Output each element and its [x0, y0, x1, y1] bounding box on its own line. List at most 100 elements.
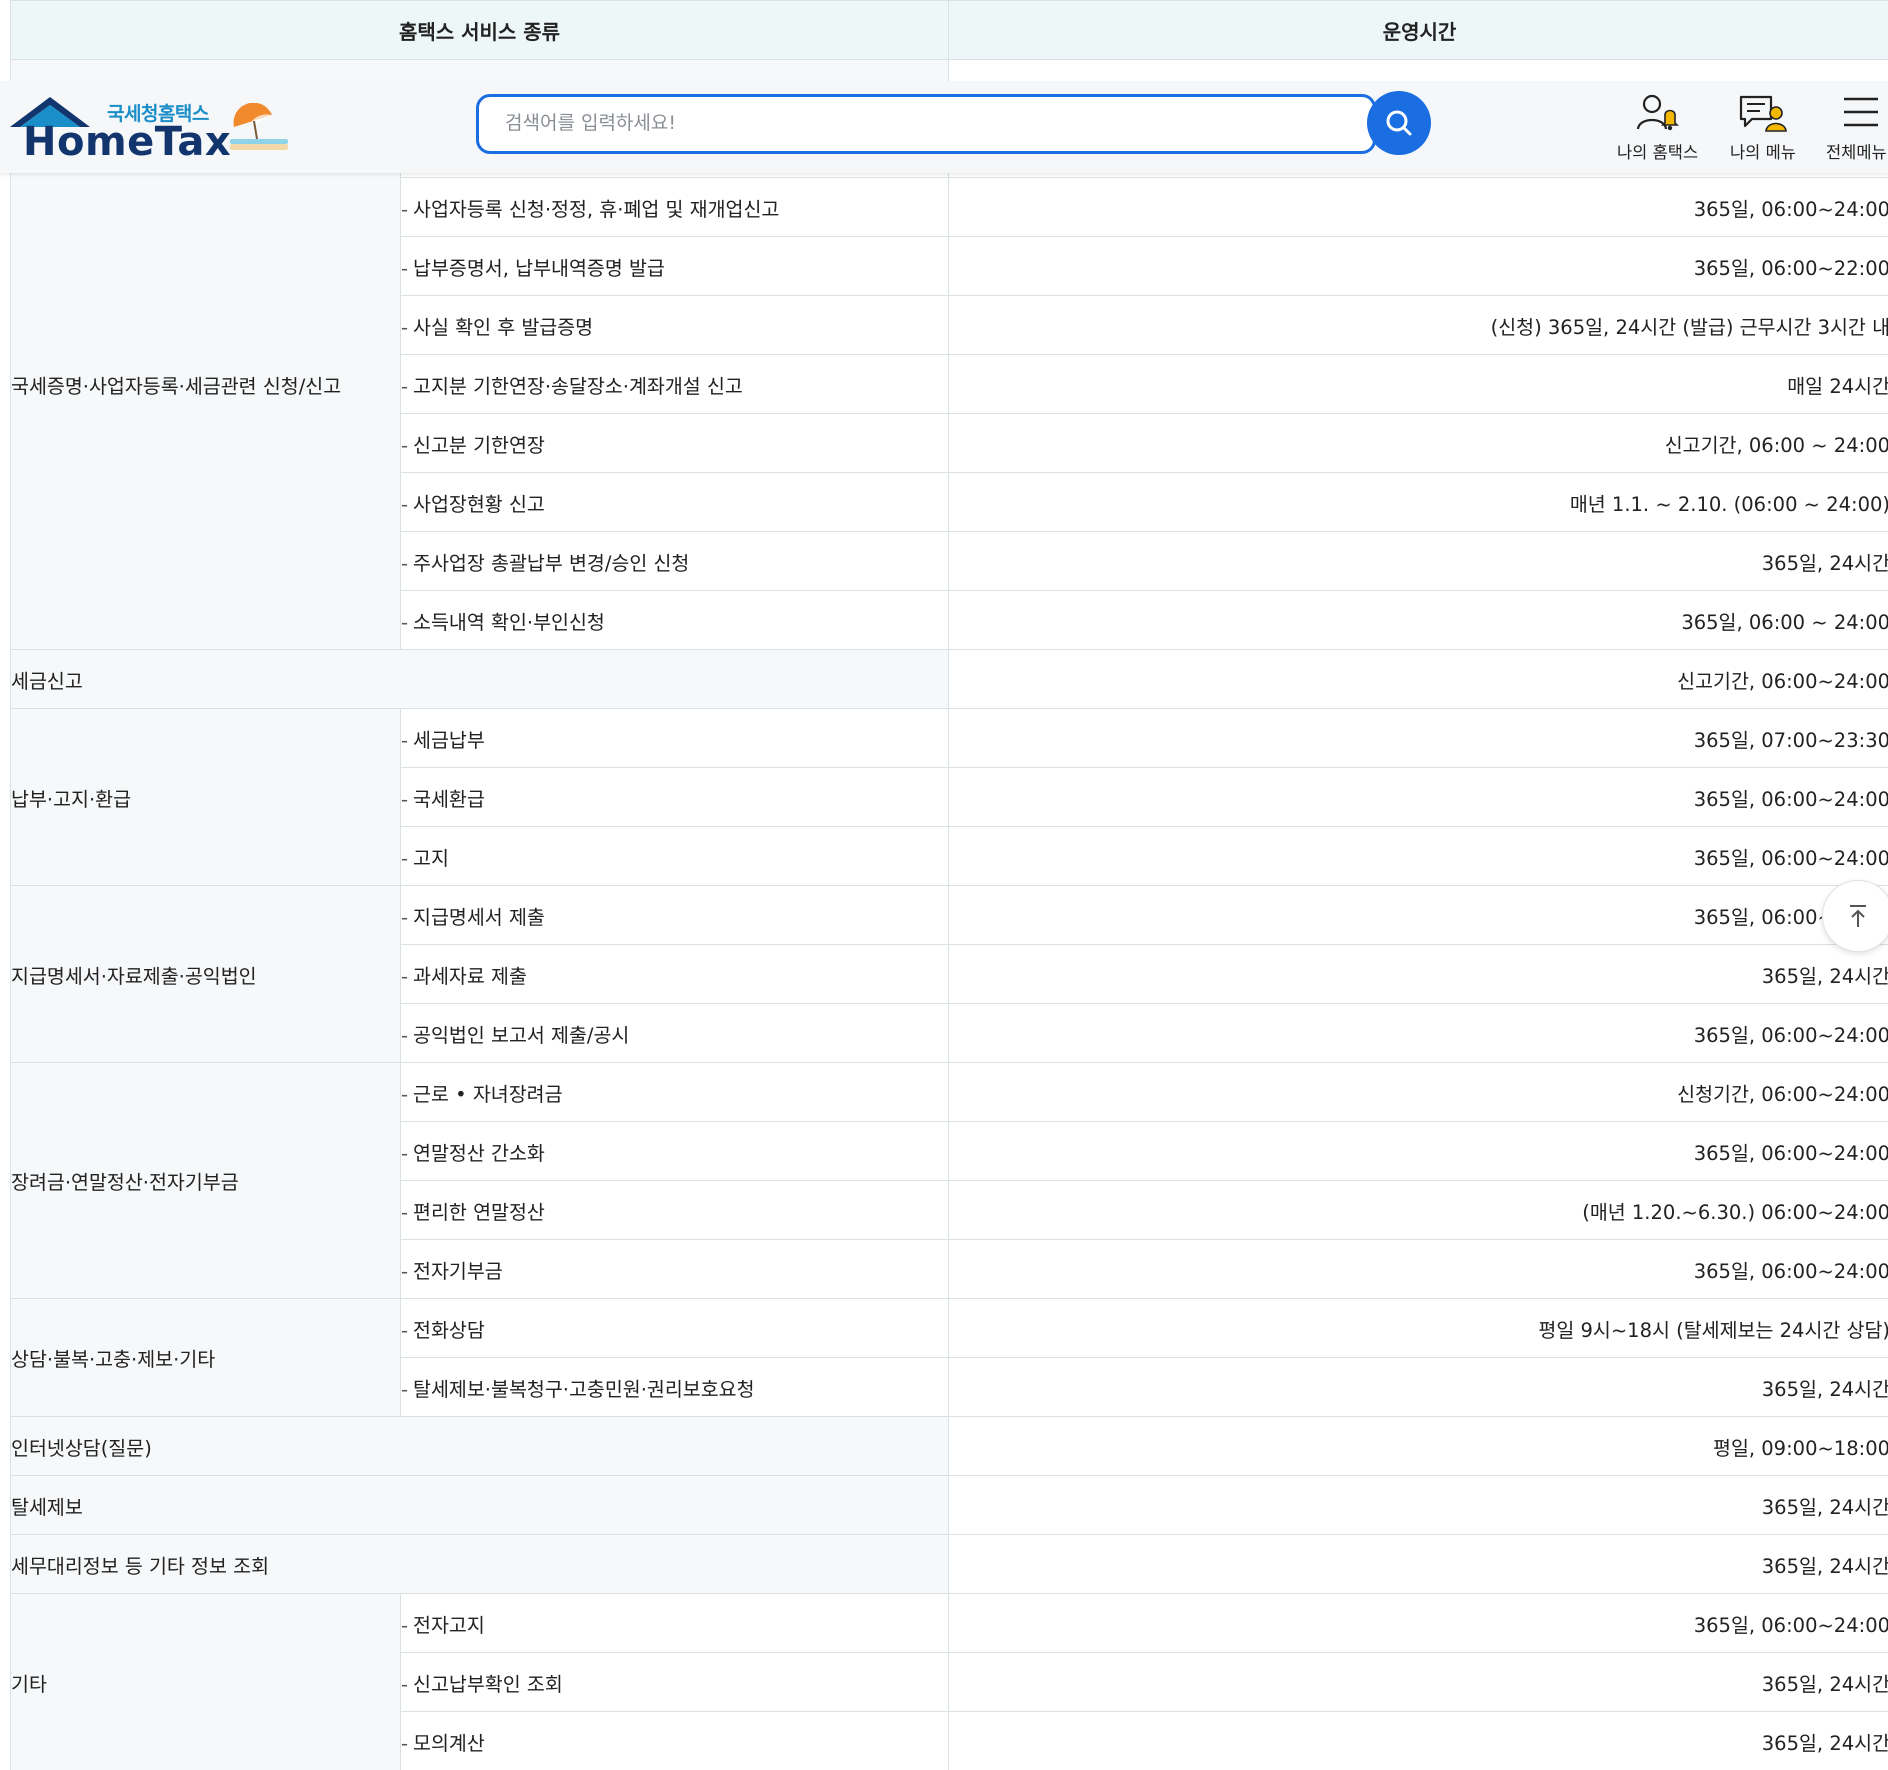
sub-item-label: 국세환급	[413, 787, 485, 811]
dash-bullet: -	[401, 551, 409, 575]
brand-name: HomeTax	[23, 119, 232, 165]
table-row: 지급명세서·자료제출·공익법인 - 지급명세서 제출 365일, 06:00~24:0…	[10, 885, 1888, 1063]
person-bell-icon	[1636, 94, 1679, 131]
sub-item-cell: - 고지	[399, 826, 950, 886]
hours-cell: 365일, 24시간	[948, 1534, 1888, 1594]
dash-bullet: -	[401, 846, 409, 870]
sub-item-cell: - 신고분 기한연장	[399, 413, 950, 473]
sub-item-cell: - 전자기부금	[399, 1239, 950, 1299]
my-hometax-button[interactable]: 나의 홈택스	[1617, 93, 1698, 163]
dash-bullet: -	[401, 315, 409, 339]
hometax-logo[interactable]: 국세청홈택스 HomeTax	[10, 97, 300, 165]
hours-cell: 365일, 24시간	[948, 531, 1888, 591]
dash-bullet: -	[401, 197, 409, 221]
category-cell: 국세증명·사업자등록·세금관련 신청/신고	[10, 118, 401, 650]
site-header: 국세청홈택스 HomeTax 나의 홈택스	[0, 81, 1888, 173]
sub-item-label: 사실 확인 후 발급증명	[413, 315, 594, 339]
sub-item-label: 모의계산	[413, 1731, 485, 1755]
hours-cell: 매년 1.1. ~ 2.10. (06:00 ~ 24:00)	[948, 472, 1888, 532]
dash-bullet: -	[401, 1672, 409, 1696]
dash-bullet: -	[401, 1141, 409, 1165]
search-button[interactable]	[1367, 91, 1431, 155]
dash-bullet: -	[401, 1082, 409, 1106]
sub-item-label: 신고납부확인 조회	[413, 1672, 563, 1696]
sub-item-cell: - 사업자등록 신청·정정, 휴·폐업 및 재개업신고	[399, 177, 950, 237]
sub-item-cell: - 납부증명서, 납부내역증명 발급	[399, 236, 950, 296]
sub-item-cell: - 사업장현황 신고	[399, 472, 950, 532]
util-label: 전체메뉴	[1826, 143, 1887, 162]
sub-item-label: 신고분 기한연장	[413, 433, 545, 457]
sub-item-cell: - 세금납부	[399, 708, 950, 768]
sub-item-cell: - 사실 확인 후 발급증명	[399, 295, 950, 355]
scroll-to-top-button[interactable]	[1822, 880, 1888, 952]
hours-cell: 매일 24시간	[948, 354, 1888, 414]
category-cell: 기타	[10, 1593, 401, 1770]
sub-item-label: 납부증명서, 납부내역증명 발급	[413, 256, 665, 280]
dash-bullet: -	[401, 1731, 409, 1755]
hours-cell: 365일, 24시간	[948, 1475, 1888, 1535]
sub-item-label: 과세자료 제출	[413, 964, 527, 988]
hours-cell: 365일, 07:00~23:30	[948, 708, 1888, 768]
sub-item-cell: - 국세환급	[399, 767, 950, 827]
sub-item-cell: - 탈세제보·불복청구·고충민원·권리보호요청	[399, 1357, 950, 1417]
sub-item-label: 주사업장 총괄납부 변경/승인 신청	[413, 551, 690, 575]
sub-item-label: 고지	[413, 846, 449, 870]
arrow-up-icon	[1850, 905, 1866, 927]
sub-item-cell: - 주사업장 총괄납부 변경/승인 신청	[399, 531, 950, 591]
hours-cell: 365일, 24시간	[948, 1357, 1888, 1417]
table-row: 세금신고 신고기간, 06:00~24:00	[10, 649, 1888, 709]
hours-cell: 365일, 06:00~22:00	[948, 236, 1888, 296]
category-cell: 탈세제보	[10, 1475, 950, 1535]
sub-item-label: 전화상담	[413, 1318, 485, 1342]
sub-item-cell: - 과세자료 제출	[399, 944, 950, 1004]
all-menu-button[interactable]: 전체메뉴	[1826, 93, 1887, 163]
category-cell: 세무대리정보 등 기타 정보 조회	[10, 1534, 950, 1594]
column-header-hours: 운영시간	[948, 0, 1888, 60]
search-icon	[1386, 110, 1412, 136]
sub-item-label: 연말정산 간소화	[413, 1141, 545, 1165]
hours-cell: 365일, 06:00~24:00	[948, 1121, 1888, 1181]
hours-cell: (매년 1.20.~6.30.) 06:00~24:00	[948, 1180, 1888, 1240]
sub-item-label: 고지분 기한연장·송달장소·계좌개설 신고	[413, 374, 743, 398]
dash-bullet: -	[401, 492, 409, 516]
sub-item-cell: - 근로 • 자녀장려금	[399, 1062, 950, 1122]
hours-cell: 신고기간, 06:00~24:00	[948, 649, 1888, 709]
sub-item-cell: - 소득내역 확인·부인신청	[399, 590, 950, 650]
dash-bullet: -	[401, 1377, 409, 1401]
hours-cell: 365일, 06:00~24:00	[948, 1003, 1888, 1063]
dash-bullet: -	[401, 1318, 409, 1342]
sub-item-label: 사업장현황 신고	[413, 492, 545, 516]
hamburger-menu-icon	[1844, 97, 1879, 127]
hours-cell: 365일, 06:00 ~ 24:00	[948, 590, 1888, 650]
hours-cell: 365일, 06:00~24:00	[948, 826, 1888, 886]
dash-bullet: -	[401, 728, 409, 752]
table-row: 장려금·연말정산·전자기부금 - 근로 • 자녀장려금 신청기간, 06:00~24:…	[10, 1062, 1888, 1299]
dash-bullet: -	[401, 256, 409, 280]
category-cell: 인터넷상담(질문)	[10, 1416, 950, 1476]
dash-bullet: -	[401, 1023, 409, 1047]
sub-item-cell: - 전화상담	[399, 1298, 950, 1358]
table-row: 세무대리정보 등 기타 정보 조회 365일, 24시간	[10, 1534, 1888, 1594]
search-box	[476, 94, 1376, 154]
util-label: 나의 메뉴	[1730, 143, 1796, 162]
hours-cell: 신청기간, 06:00~24:00	[948, 1062, 1888, 1122]
hours-cell: 신고기간, 06:00 ~ 24:00	[948, 413, 1888, 473]
dash-bullet: -	[401, 1613, 409, 1637]
category-cell: 장려금·연말정산·전자기부금	[10, 1062, 401, 1299]
sub-item-label: 지급명세서 제출	[413, 905, 545, 929]
sub-item-cell: - 신고납부확인 조회	[399, 1652, 950, 1712]
hours-cell: 365일, 06:00~24:00	[948, 1593, 1888, 1653]
service-hours-table: 홈택스 서비스 종류 운영시간 인터넷 세무서 신고서 조회 증명서 신청하기 …	[10, 0, 1888, 1770]
dash-bullet: -	[401, 905, 409, 929]
dash-bullet: -	[401, 964, 409, 988]
hours-cell: 365일, 24시간	[948, 1652, 1888, 1712]
sub-item-cell: - 연말정산 간소화	[399, 1121, 950, 1181]
hours-cell: (신청) 365일, 24시간 (발급) 근무시간 3시간 내	[948, 295, 1888, 355]
sub-item-cell: - 전자고지	[399, 1593, 950, 1653]
sub-item-cell: - 지급명세서 제출	[399, 885, 950, 945]
my-menu-button[interactable]: 나의 메뉴	[1730, 93, 1796, 163]
table-row: 기타 - 전자고지 365일, 06:00~24:00	[10, 1593, 1888, 1770]
sub-item-label: 공익법인 보고서 제출/공시	[413, 1023, 630, 1047]
search-input[interactable]	[503, 111, 1327, 135]
dash-bullet: -	[401, 610, 409, 634]
